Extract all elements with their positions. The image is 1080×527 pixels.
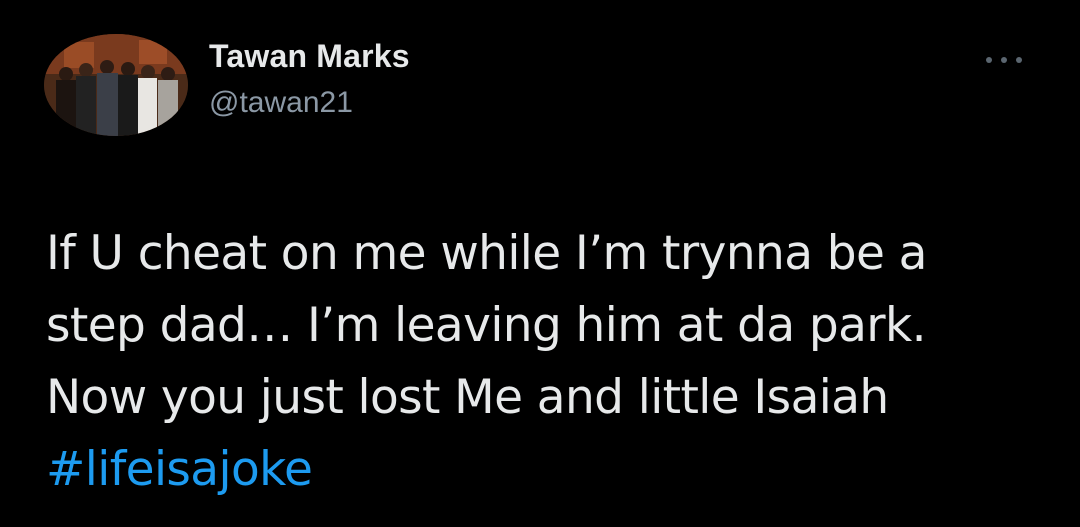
dot [1016,57,1022,63]
avatar[interactable] [44,34,188,136]
dot [986,57,992,63]
tweet-card: Tawan Marks @tawan21 If U cheat on me wh… [0,0,1080,527]
author-display-name[interactable]: Tawan Marks [209,38,410,75]
tweet-text: If U cheat on me while I’m trynna be a s… [46,218,1056,506]
tweet-line: step dad… I’m leaving him at da park. [46,298,927,353]
author-handle[interactable]: @tawan21 [209,86,353,120]
hashtag-link[interactable]: #lifeisajoke [46,434,1056,506]
dot [1001,57,1007,63]
group-photo-icon [44,34,188,136]
tweet-line: Now you just lost Me and little Isaiah [46,370,889,425]
tweet-line: If U cheat on me while I’m trynna be a [46,226,927,281]
more-options-icon[interactable] [986,50,1022,70]
